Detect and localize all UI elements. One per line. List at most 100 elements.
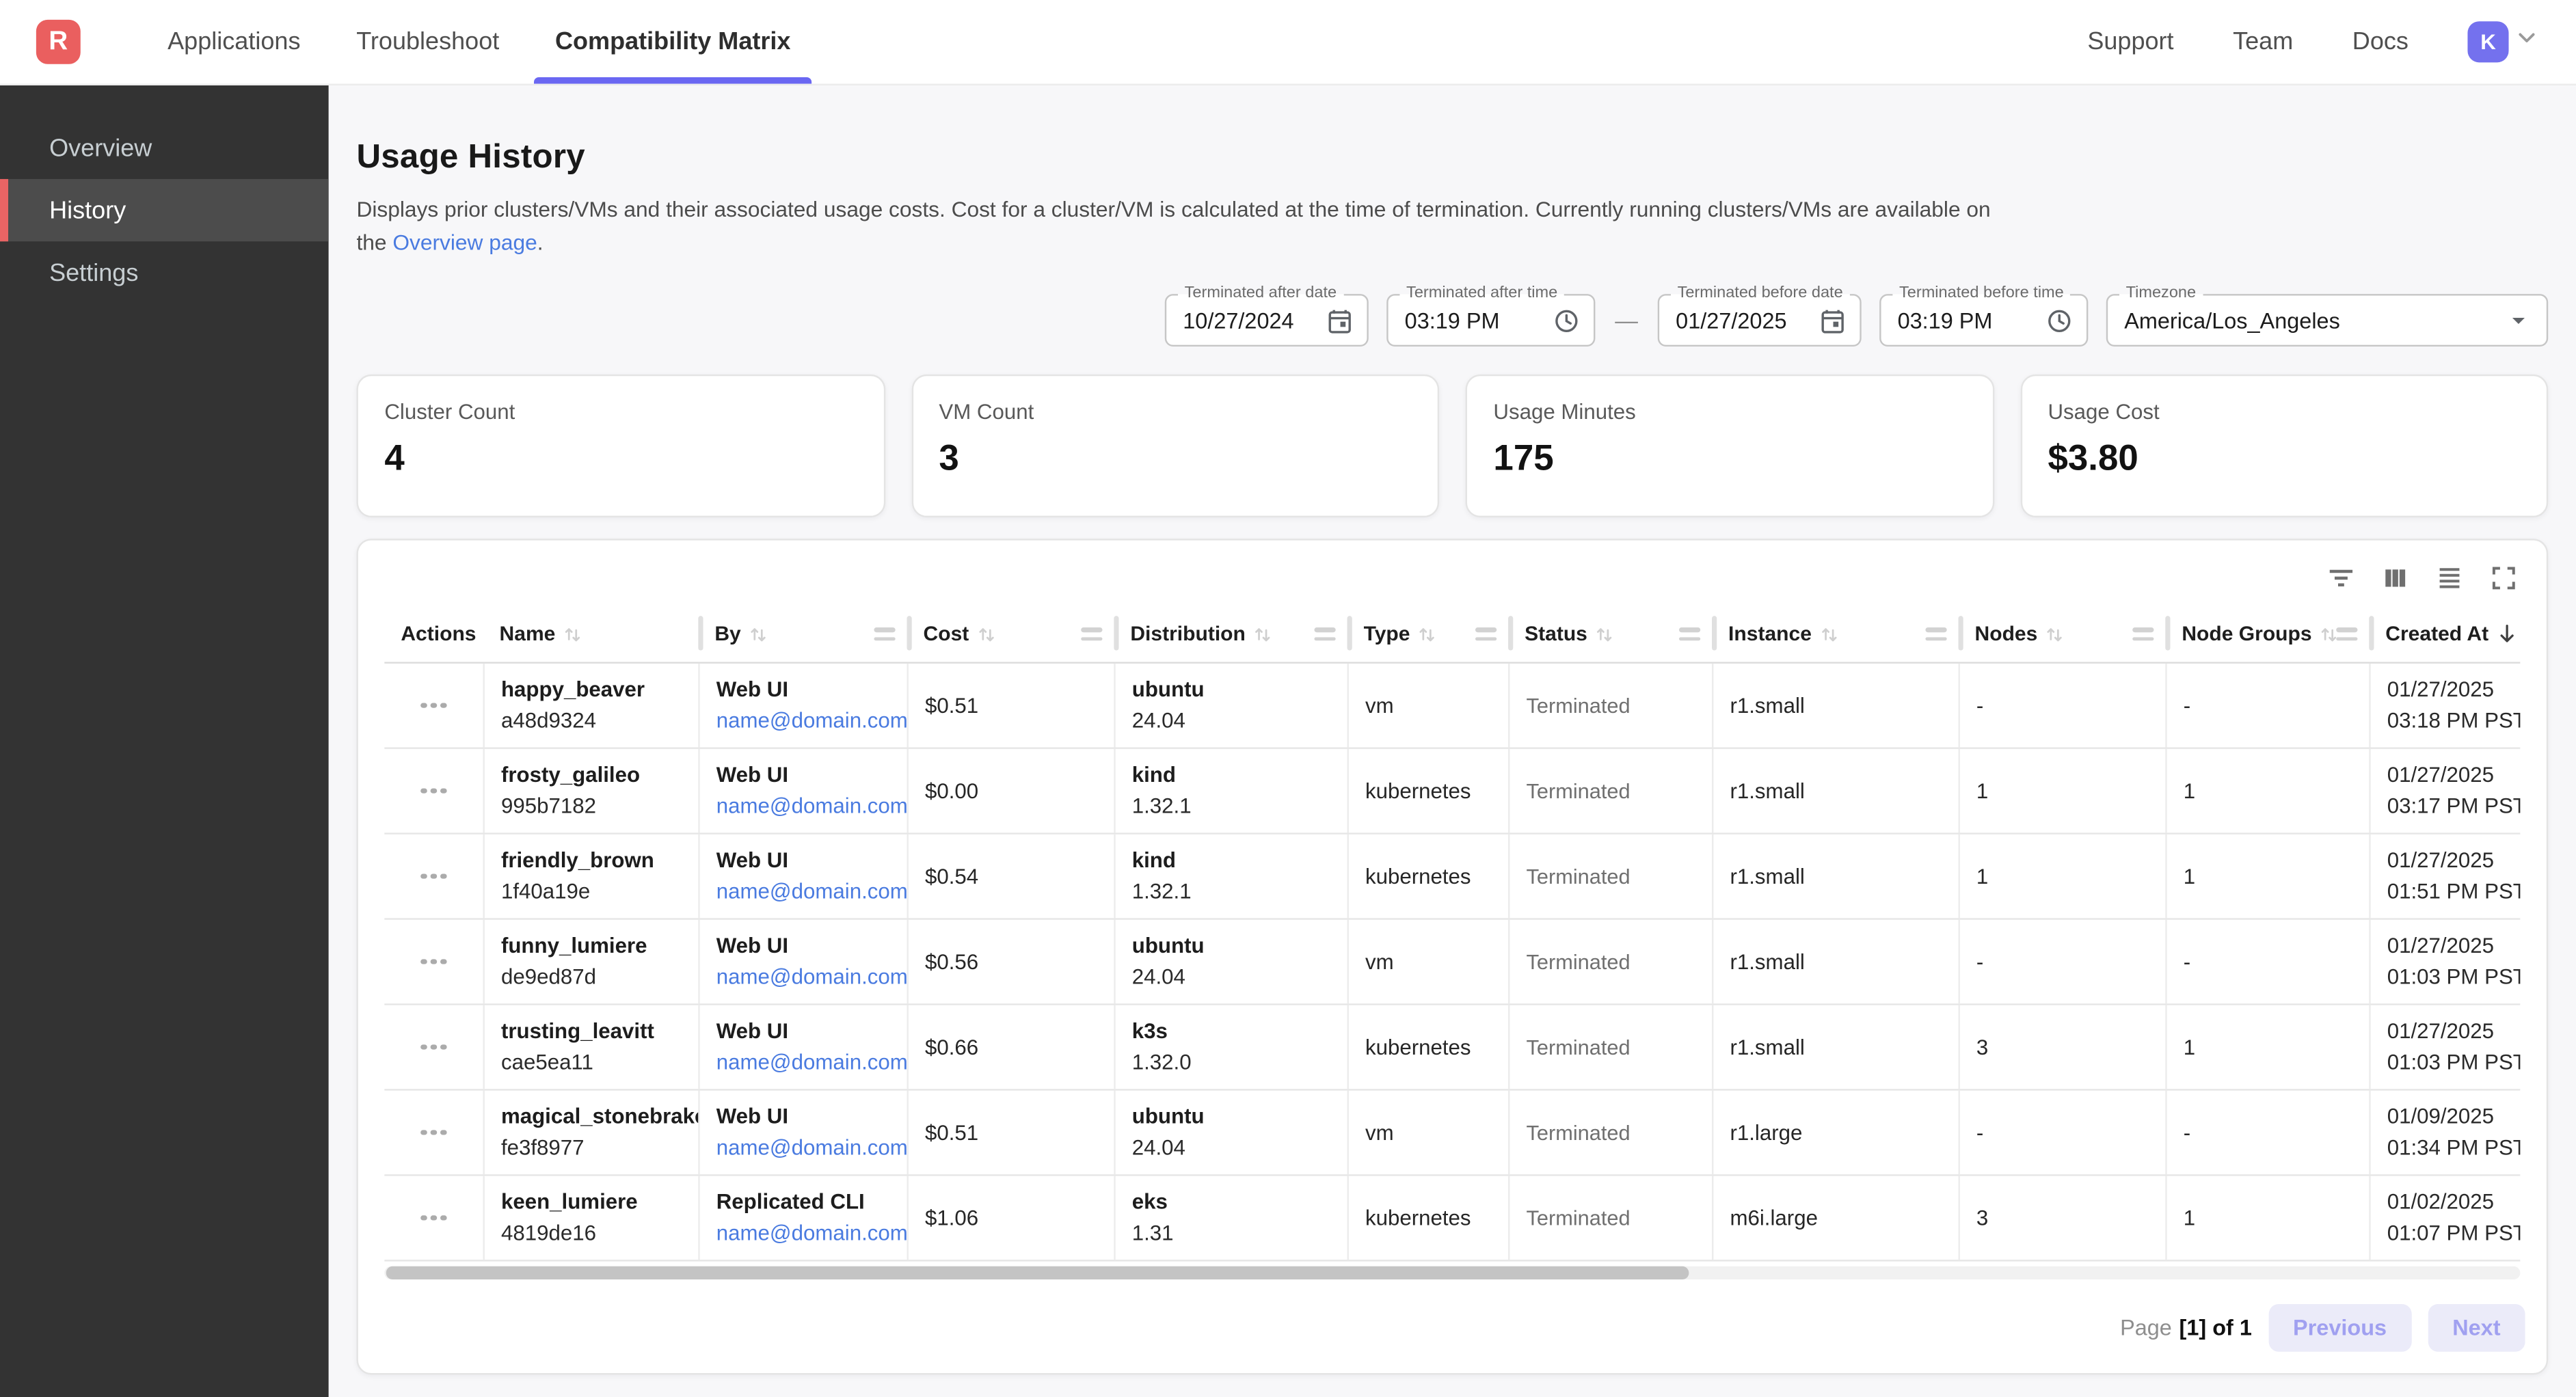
column-header-type[interactable]: Type [1347,606,1509,662]
column-header-by[interactable]: By [698,606,907,662]
nodes-cell-value: 1 [1976,778,2165,804]
scrollbar-thumb[interactable] [386,1266,1689,1279]
filter-field-terminated-after-date[interactable]: Terminated after date10/27/2024 [1165,294,1369,347]
node-groups-cell: - [2165,920,2369,1004]
column-resize-grip[interactable] [1314,627,1335,640]
sidebar-item-settings[interactable]: Settings [0,241,329,303]
column-header-status[interactable]: Status [1508,606,1712,662]
column-header-created-at[interactable]: Created At [2369,606,2520,662]
row-actions-menu-icon[interactable] [415,781,453,800]
sidebar-item-overview[interactable]: Overview [0,117,329,179]
column-resize-grip[interactable] [2132,627,2154,640]
node-groups-cell: - [2165,664,2369,748]
nav-tab-compatibility-matrix[interactable]: Compatibility Matrix [527,0,818,84]
column-header-distribution[interactable]: Distribution [1114,606,1347,662]
name-cell-secondary: 995b7182 [501,794,698,819]
column-resize-grip[interactable] [874,627,895,640]
row-actions-menu-icon[interactable] [415,1037,453,1056]
distribution-cell-primary: ubuntu [1132,1104,1347,1130]
stat-card-usage-minutes: Usage Minutes175 [1466,375,1994,517]
by-cell-secondary[interactable]: name@domain.com [716,1135,907,1161]
stat-label: Usage Minutes [1493,399,1965,424]
row-actions-menu-icon[interactable] [415,1123,453,1141]
by-cell-primary: Web UI [716,1104,907,1130]
nav-link-support[interactable]: Support [2087,28,2173,56]
distribution-cell: eks1.31 [1114,1176,1347,1260]
created-date: 01/27/2025 [2387,762,2521,788]
table-body: happy_beavera48d9324Web UIname@domain.co… [384,664,2520,1262]
created-time: 01:03 PM PST [2387,964,2521,990]
filter-field-terminated-before-date[interactable]: Terminated before date01/27/2025 [1658,294,1862,347]
name-cell-primary: frosty_galileo [501,762,698,788]
column-resize-grip[interactable] [1475,627,1497,640]
top-nav-left: R ApplicationsTroubleshootCompatibility … [0,0,818,84]
column-header-node-groups[interactable]: Node Groups [2165,606,2369,662]
name-cell-secondary: de9ed87d [501,964,698,990]
next-button[interactable]: Next [2428,1304,2525,1352]
by-cell-secondary[interactable]: name@domain.com [716,794,907,819]
horizontal-scrollbar[interactable] [384,1266,2520,1279]
column-resize-grip[interactable] [1679,627,1700,640]
name-cell-primary: keen_lumiere [501,1189,698,1215]
by-cell-secondary[interactable]: name@domain.com [716,708,907,734]
nav-tab-applications[interactable]: Applications [139,0,328,84]
by-cell: Replicated CLIname@domain.com [698,1176,907,1260]
nav-link-docs[interactable]: Docs [2352,28,2409,56]
table-row: keen_lumiere4819de16Replicated CLIname@d… [384,1176,2520,1262]
row-actions-menu-icon[interactable] [415,696,453,714]
by-cell-secondary[interactable]: name@domain.com [716,1221,907,1247]
cost-cell: $0.51 [907,664,1114,748]
nodes-cell: 3 [1958,1005,2165,1089]
filter-field-terminated-after-time[interactable]: Terminated after time03:19 PM [1386,294,1595,347]
nodes-cell-value: - [1976,949,2165,975]
column-resize-grip[interactable] [1925,627,1946,640]
instance-cell: r1.small [1712,664,1958,748]
by-cell-secondary[interactable]: name@domain.com [716,1050,907,1076]
sidebar-item-history[interactable]: History [0,179,329,241]
type-cell: kubernetes [1347,749,1509,833]
column-header-instance[interactable]: Instance [1712,606,1958,662]
column-header-label: Nodes [1975,623,2038,646]
fullscreen-icon[interactable] [2482,557,2525,599]
avatar[interactable]: K [2467,21,2508,62]
status-cell-value: Terminated [1526,1034,1712,1060]
status-cell-value: Terminated [1526,1120,1712,1145]
table-header-row: ActionsNameByCostDistributionTypeStatusI… [384,606,2520,664]
column-header-cost[interactable]: Cost [907,606,1114,662]
node-groups-cell-value: - [2184,1120,2370,1145]
row-actions-menu-icon[interactable] [415,952,453,971]
status-cell: Terminated [1508,1176,1712,1260]
filter-field-value: 03:19 PM [1405,308,1500,333]
column-resize-grip[interactable] [1081,627,1102,640]
by-cell: Web UIname@domain.com [698,1005,907,1089]
row-actions-menu-icon[interactable] [415,1208,453,1227]
filter-field-timezone[interactable]: TimezoneAmerica/Los_Angeles [2106,294,2548,347]
filter-field-terminated-before-time[interactable]: Terminated before time03:19 PM [1879,294,2088,347]
replicated-logo[interactable]: R [36,20,81,64]
previous-button[interactable]: Previous [2268,1304,2411,1352]
overview-page-link[interactable]: Overview page [392,230,537,254]
user-menu[interactable]: K [2467,21,2540,62]
density-icon[interactable] [2428,557,2471,599]
columns-icon[interactable] [2374,557,2416,599]
nav-link-team[interactable]: Team [2233,28,2293,56]
actions-cell [384,664,483,748]
row-actions-menu-icon[interactable] [415,867,453,885]
column-header-label: Type [1364,623,1410,646]
column-header-name[interactable]: Name [483,606,699,662]
by-cell-secondary[interactable]: name@domain.com [716,964,907,990]
name-cell-secondary: a48d9324 [501,708,698,734]
distribution-cell-primary: ubuntu [1132,677,1347,703]
cost-cell: $0.66 [907,1005,1114,1089]
nodes-cell: - [1958,1091,2165,1175]
node-groups-cell-value: 1 [2184,778,2370,804]
column-resize-grip[interactable] [2336,627,2357,640]
filter-icon[interactable] [2320,557,2362,599]
nav-tab-troubleshoot[interactable]: Troubleshoot [328,0,527,84]
actions-cell [384,835,483,919]
created-date: 01/27/2025 [2387,677,2521,703]
column-header-nodes[interactable]: Nodes [1958,606,2165,662]
stat-card-cluster-count: Cluster Count4 [356,375,885,517]
type-cell: vm [1347,664,1509,748]
by-cell-secondary[interactable]: name@domain.com [716,879,907,905]
